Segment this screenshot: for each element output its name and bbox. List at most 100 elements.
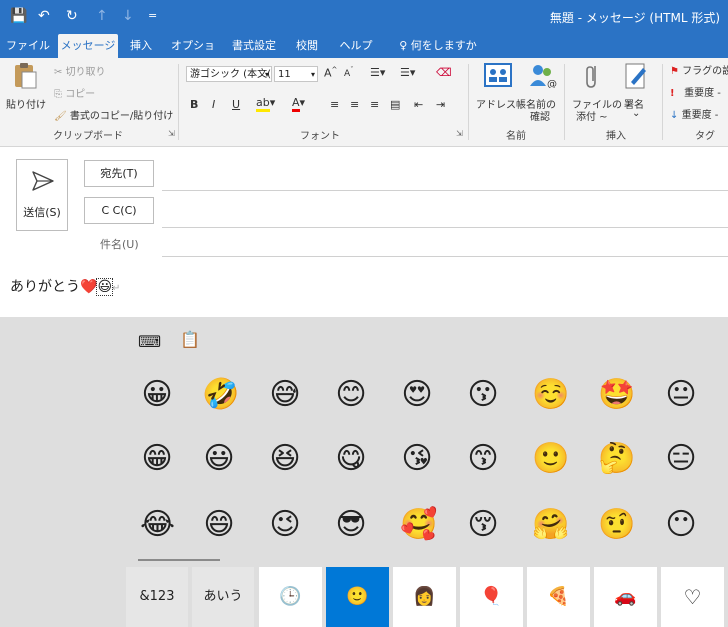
category-food-icon[interactable]: 🍕 — [527, 567, 590, 627]
emoji-sunglasses[interactable]: 😎 — [334, 508, 368, 542]
to-field[interactable] — [162, 162, 728, 188]
numbering-icon[interactable]: ☰▾ — [400, 66, 415, 79]
shrink-font-icon[interactable]: Aˇ — [344, 66, 354, 79]
tab-review[interactable]: 校閲 — [290, 34, 324, 58]
down-arrow-icon[interactable]: ↓ — [122, 6, 134, 26]
emoji-slightly-smiling[interactable]: 🙂 — [532, 442, 569, 476]
emoji-kissing-heart[interactable]: 😘 — [400, 442, 434, 476]
category-balloon-icon[interactable]: 🎈 — [460, 567, 523, 627]
send-button[interactable]: 送信(S) — [16, 159, 68, 231]
emoji-kissing[interactable]: 😗 — [466, 378, 500, 412]
flag-icon: ⚑ — [670, 66, 679, 77]
emoji-scroll-indicator[interactable] — [138, 559, 220, 561]
underline-icon[interactable]: U — [232, 98, 240, 111]
cc-field[interactable] — [162, 199, 728, 225]
clipboard-launcher-icon[interactable]: ⇲ — [168, 129, 175, 138]
address-book-button[interactable]: アドレス帳 — [474, 62, 526, 111]
emoji-relaxed[interactable]: ☺️ — [532, 378, 569, 412]
tab-message[interactable]: メッセージ — [58, 34, 118, 58]
to-button[interactable]: 宛先(T) — [84, 160, 154, 187]
signature-button[interactable]: 署名 ⌄ — [618, 62, 654, 119]
emoji-star-struck[interactable]: 🤩 — [598, 378, 635, 412]
emoji-wink[interactable]: 😉 — [268, 508, 302, 542]
emoji-blush[interactable]: 😊 — [334, 378, 368, 412]
emoji-expressionless[interactable]: 😑 — [664, 442, 698, 476]
subject-field-underline — [162, 256, 728, 257]
emoji-joy[interactable]: 😂 — [140, 508, 175, 542]
emoji-grinning[interactable]: 😀 — [140, 378, 174, 412]
emoji-no-mouth[interactable]: 😶 — [664, 508, 698, 542]
emoji-grin[interactable]: 😁 — [140, 442, 174, 476]
category-kana[interactable]: あいう — [192, 567, 254, 627]
emoji-rolling-on-floor-laughing[interactable]: 🤣 — [202, 378, 239, 412]
tab-format-text[interactable]: 書式設定 — [226, 34, 282, 58]
format-painter-button[interactable]: 🖌 書式のコピー/貼り付け — [54, 107, 173, 122]
italic-icon[interactable]: I — [212, 98, 215, 111]
paperclip-icon — [586, 66, 596, 88]
emoji-sweat-smile[interactable]: 😅 — [268, 378, 302, 412]
customize-quick-access-icon[interactable]: = — [148, 6, 157, 26]
low-importance-button[interactable]: ↓ 重要度 - — [670, 106, 718, 121]
high-importance-button[interactable]: ! 重要度 - — [670, 84, 721, 99]
names-group-label: 名前 — [506, 131, 526, 142]
attach-file-button[interactable]: ファイルの 添付 ~ — [570, 62, 622, 123]
category-travel-car-icon[interactable]: 🚗 — [594, 567, 657, 627]
category-symbols[interactable]: &123 — [126, 567, 188, 627]
paste-button[interactable]: 貼り付け — [6, 62, 46, 122]
font-launcher-icon[interactable]: ⇲ — [456, 129, 463, 138]
category-heart-icon[interactable]: ♡ — [661, 567, 724, 627]
body-text: ありがとう — [10, 279, 80, 295]
message-body[interactable]: ありがとう❤️😃↵ — [10, 276, 120, 300]
grow-font-icon[interactable]: A^ — [324, 66, 337, 80]
clipboard-icon[interactable]: 📋 — [180, 330, 200, 349]
tab-file[interactable]: ファイル — [4, 34, 52, 58]
cc-field-underline — [162, 227, 728, 228]
emoji-kissing-smiling-eyes[interactable]: 😙 — [466, 442, 500, 476]
highlight-icon[interactable]: ab▾ — [256, 96, 275, 112]
category-people-icon[interactable]: 👩 — [393, 567, 456, 627]
group-divider — [662, 64, 663, 140]
justify-icon[interactable]: ▤ — [390, 98, 400, 111]
tell-me-search[interactable]: ♀ 何をしますか — [394, 34, 482, 58]
emoji-neutral[interactable]: 😐 — [664, 378, 698, 412]
follow-up-flag-button[interactable]: ⚑ フラグの設 — [670, 62, 728, 77]
keyboard-settings-icon[interactable]: ⌨ — [138, 332, 161, 351]
cut-button[interactable]: ✂ 切り取り — [54, 63, 106, 78]
cc-button[interactable]: C C(C) — [84, 197, 154, 224]
clear-formatting-icon[interactable]: ⌫ — [436, 66, 452, 79]
bullets-icon[interactable]: ☰▾ — [370, 66, 385, 79]
undo-icon[interactable]: ↶ — [38, 6, 50, 26]
group-divider — [178, 64, 179, 140]
copy-button[interactable]: ⎘ コピー — [54, 85, 95, 100]
subject-field[interactable] — [162, 232, 728, 254]
emoji-smiling-with-hearts[interactable]: 🥰 — [400, 508, 437, 542]
bold-icon[interactable]: B — [190, 98, 198, 111]
emoji-thinking[interactable]: 🤔 — [598, 442, 635, 476]
font-name-box[interactable]: 游ゴシック (本文(▾ — [186, 66, 272, 82]
emoji-smile[interactable]: 😄 — [202, 508, 236, 542]
emoji-hugging[interactable]: 🤗 — [532, 508, 569, 542]
redo-icon[interactable]: ↻ — [66, 6, 78, 26]
emoji-kissing-closed-eyes[interactable]: 😚 — [466, 508, 500, 542]
emoji-heart-eyes[interactable]: 😍 — [400, 378, 434, 412]
category-smiley-icon[interactable]: 🙂 — [326, 567, 389, 627]
font-size-box[interactable]: 11 ▾ — [274, 66, 318, 82]
category-recent-clock-icon[interactable]: 🕒 — [259, 567, 322, 627]
emoji-raised-eyebrow[interactable]: 🤨 — [598, 508, 635, 542]
tab-options[interactable]: オプション — [168, 34, 218, 76]
check-names-button[interactable]: @ 名前の 確認 — [524, 62, 560, 123]
emoji-yum[interactable]: 😋 — [334, 442, 368, 476]
tab-help[interactable]: ヘルプ — [336, 34, 376, 58]
align-center-icon[interactable]: ≡ — [350, 98, 359, 111]
align-right-icon[interactable]: ≡ — [370, 98, 379, 111]
save-icon[interactable]: 💾 — [10, 6, 27, 26]
up-arrow-icon[interactable]: ↑ — [96, 6, 108, 26]
decrease-indent-icon[interactable]: ⇤ — [414, 98, 423, 111]
clipboard-group-label: クリップボード — [53, 131, 123, 142]
emoji-smiley[interactable]: 😃 — [202, 442, 236, 476]
emoji-laughing[interactable]: 😆 — [268, 442, 302, 476]
tab-insert[interactable]: 挿入 — [124, 34, 158, 58]
font-color-icon[interactable]: A▾ — [292, 96, 305, 112]
align-left-icon[interactable]: ≡ — [330, 98, 339, 111]
increase-indent-icon[interactable]: ⇥ — [436, 98, 445, 111]
